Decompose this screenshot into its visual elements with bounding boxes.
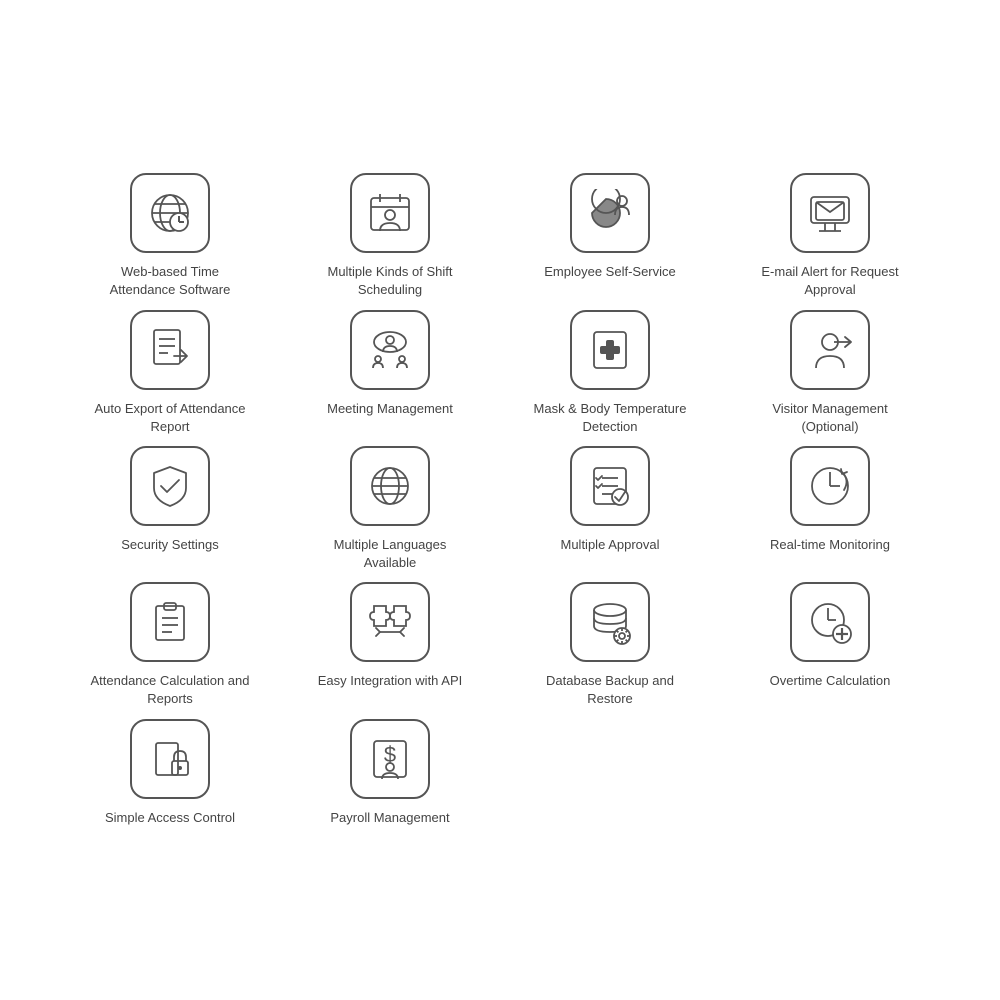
email-alert-label: E-mail Alert for Request Approval — [750, 263, 910, 299]
person-cloud-icon — [366, 326, 414, 374]
clipboard-icon — [146, 598, 194, 646]
visitor-management-label: Visitor Management (Optional) — [750, 400, 910, 436]
feature-employee-self-service: Employee Self-Service — [510, 173, 710, 299]
web-time-attendance-icon-box — [130, 173, 210, 253]
employee-self-service-icon-box — [570, 173, 650, 253]
doc-export-icon — [146, 326, 194, 374]
multiple-approval-label: Multiple Approval — [561, 536, 660, 554]
features-grid: Web-based Time Attendance Software Multi… — [30, 113, 970, 887]
mask-body-temp-icon-box — [570, 310, 650, 390]
easy-integration-label: Easy Integration with API — [318, 672, 463, 690]
feature-web-time-attendance: Web-based Time Attendance Software — [70, 173, 270, 299]
email-screen-icon — [806, 189, 854, 237]
email-alert-icon-box — [790, 173, 870, 253]
attendance-calc-icon-box — [130, 582, 210, 662]
overtime-calc-label: Overtime Calculation — [770, 672, 891, 690]
feature-realtime-monitoring: Real-time Monitoring — [730, 446, 930, 572]
meeting-management-label: Meeting Management — [327, 400, 453, 418]
database-gear-icon — [586, 598, 634, 646]
web-time-attendance-label: Web-based Time Attendance Software — [90, 263, 250, 299]
medical-cross-icon — [586, 326, 634, 374]
person-arrow-icon — [806, 326, 854, 374]
calendar-person-icon — [366, 189, 414, 237]
feature-simple-access: Simple Access Control — [70, 719, 270, 827]
feature-email-alert: E-mail Alert for Request Approval — [730, 173, 930, 299]
shift-scheduling-label: Multiple Kinds of Shift Scheduling — [310, 263, 470, 299]
easy-integration-icon-box — [350, 582, 430, 662]
simple-access-label: Simple Access Control — [105, 809, 235, 827]
feature-multiple-approval: Multiple Approval — [510, 446, 710, 572]
multiple-approval-icon-box — [570, 446, 650, 526]
payroll-management-icon-box: $ — [350, 719, 430, 799]
feature-database-backup: Database Backup and Restore — [510, 582, 710, 708]
security-settings-icon-box — [130, 446, 210, 526]
database-backup-icon-box — [570, 582, 650, 662]
lock-card-icon — [146, 735, 194, 783]
dollar-person-icon: $ — [366, 735, 414, 783]
checklist-icon — [586, 462, 634, 510]
overtime-calc-icon-box — [790, 582, 870, 662]
realtime-monitoring-label: Real-time Monitoring — [770, 536, 890, 554]
multi-language-icon-box — [350, 446, 430, 526]
database-backup-label: Database Backup and Restore — [530, 672, 690, 708]
clock-plus-icon — [806, 598, 854, 646]
multi-language-label: Multiple Languages Available — [310, 536, 470, 572]
feature-visitor-management: Visitor Management (Optional) — [730, 310, 930, 436]
puzzle-arrows-icon — [366, 598, 414, 646]
employee-self-service-label: Employee Self-Service — [544, 263, 676, 281]
mask-body-temp-label: Mask & Body Temperature Detection — [530, 400, 690, 436]
feature-multi-language: Multiple Languages Available — [290, 446, 490, 572]
feature-mask-body-temp: Mask & Body Temperature Detection — [510, 310, 710, 436]
auto-export-label: Auto Export of Attendance Report — [90, 400, 250, 436]
feature-meeting-management: Meeting Management — [290, 310, 490, 436]
globe-clock-icon — [146, 189, 194, 237]
feature-auto-export: Auto Export of Attendance Report — [70, 310, 270, 436]
feature-attendance-calc: Attendance Calculation and Reports — [70, 582, 270, 708]
feature-security-settings: Security Settings — [70, 446, 270, 572]
globe-network-icon — [366, 462, 414, 510]
clock-arrow-icon — [806, 462, 854, 510]
shield-check-icon — [146, 462, 194, 510]
visitor-management-icon-box — [790, 310, 870, 390]
meeting-management-icon-box — [350, 310, 430, 390]
feature-shift-scheduling: Multiple Kinds of Shift Scheduling — [290, 173, 490, 299]
feature-payroll-management: $ Payroll Management — [290, 719, 490, 827]
person-pie-icon — [586, 189, 634, 237]
attendance-calc-label: Attendance Calculation and Reports — [90, 672, 250, 708]
feature-easy-integration: Easy Integration with API — [290, 582, 490, 708]
security-settings-label: Security Settings — [121, 536, 219, 554]
auto-export-icon-box — [130, 310, 210, 390]
shift-scheduling-icon-box — [350, 173, 430, 253]
payroll-management-label: Payroll Management — [330, 809, 449, 827]
realtime-monitoring-icon-box — [790, 446, 870, 526]
simple-access-icon-box — [130, 719, 210, 799]
feature-overtime-calc: Overtime Calculation — [730, 582, 930, 708]
